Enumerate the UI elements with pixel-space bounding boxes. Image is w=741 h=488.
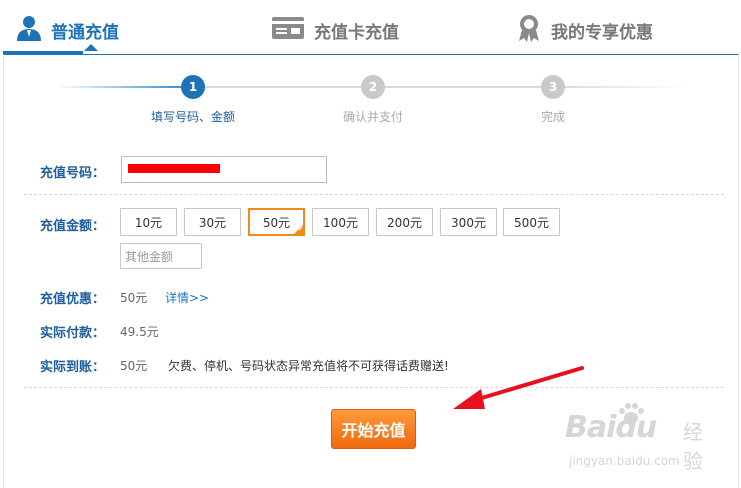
tab-label: 我的专享优惠 xyxy=(551,22,653,43)
annotation-arrow-icon xyxy=(453,366,584,409)
phone-label: 充值号码： xyxy=(40,166,106,181)
pay-label: 实际付款： xyxy=(40,326,106,341)
step-2-label: 确认并支付 xyxy=(342,110,403,124)
user-icon xyxy=(17,15,41,46)
amount-option-30[interactable]: 30元 xyxy=(184,208,241,236)
step-3-label: 完成 xyxy=(540,110,565,124)
divider xyxy=(24,387,724,388)
paw-icon xyxy=(619,403,644,424)
notice-text: 欠费、停机、号码状态异常充值将不可获得话费赠送! xyxy=(168,359,449,373)
other-amount-placeholder: 其他金额 xyxy=(125,249,174,264)
step-line xyxy=(553,86,688,88)
watermark-url: jingyan.baidu.com xyxy=(569,454,680,468)
redaction-bar xyxy=(128,164,220,173)
amount-text: 100元 xyxy=(323,215,358,230)
pay-value: 49.5元 xyxy=(120,325,159,339)
card-icon xyxy=(272,16,304,44)
amount-option-10[interactable]: 10元 xyxy=(120,208,177,236)
amount-option-300[interactable]: 300元 xyxy=(440,208,497,236)
step-2-circle: 2 xyxy=(361,75,385,99)
tab-label: 充值卡充值 xyxy=(314,22,399,43)
tab-normal-recharge[interactable]: 普通充值 xyxy=(17,10,119,50)
amount-text: 50元 xyxy=(262,215,291,230)
watermark-text: 经验 xyxy=(683,420,703,473)
active-tab-caret xyxy=(84,44,98,51)
amount-option-500[interactable]: 500元 xyxy=(503,208,560,236)
step-1-circle: 1 xyxy=(181,75,205,99)
amount-text: 10元 xyxy=(134,215,163,230)
amount-text: 200元 xyxy=(387,215,422,230)
amount-text: 30元 xyxy=(198,215,227,230)
step-line xyxy=(55,86,193,88)
details-link[interactable]: 详情>> xyxy=(165,289,209,306)
receive-label: 实际到账： xyxy=(40,360,106,375)
tab-card-recharge[interactable]: 充值卡充值 xyxy=(272,10,399,50)
amount-text: 500元 xyxy=(514,215,549,230)
check-icon xyxy=(293,224,304,235)
amount-label: 充值金额： xyxy=(40,219,106,234)
amount-option-50-selected[interactable]: 50元 xyxy=(248,208,305,236)
discount-value: 50元 xyxy=(120,291,148,305)
amount-option-100[interactable]: 100元 xyxy=(312,208,369,236)
divider xyxy=(24,194,724,195)
other-amount-input[interactable]: 其他金额 xyxy=(120,243,202,269)
step-line xyxy=(193,86,373,88)
start-recharge-button[interactable]: 开始充值 xyxy=(331,409,416,449)
tab-bar: 普通充值 充值卡充值 我的专享优惠 xyxy=(0,0,741,54)
step-1-label: 填写号码、金额 xyxy=(150,110,235,124)
amount-option-200[interactable]: 200元 xyxy=(376,208,433,236)
amount-text: 300元 xyxy=(451,215,486,230)
step-line xyxy=(373,86,553,88)
step-3-circle: 3 xyxy=(541,75,565,99)
tab-label: 普通充值 xyxy=(51,22,119,43)
receive-value: 50元 xyxy=(120,359,148,373)
discount-label: 充值优惠： xyxy=(40,292,106,307)
ribbon-icon xyxy=(517,14,541,47)
tab-exclusive-offers[interactable]: 我的专享优惠 xyxy=(517,10,653,50)
